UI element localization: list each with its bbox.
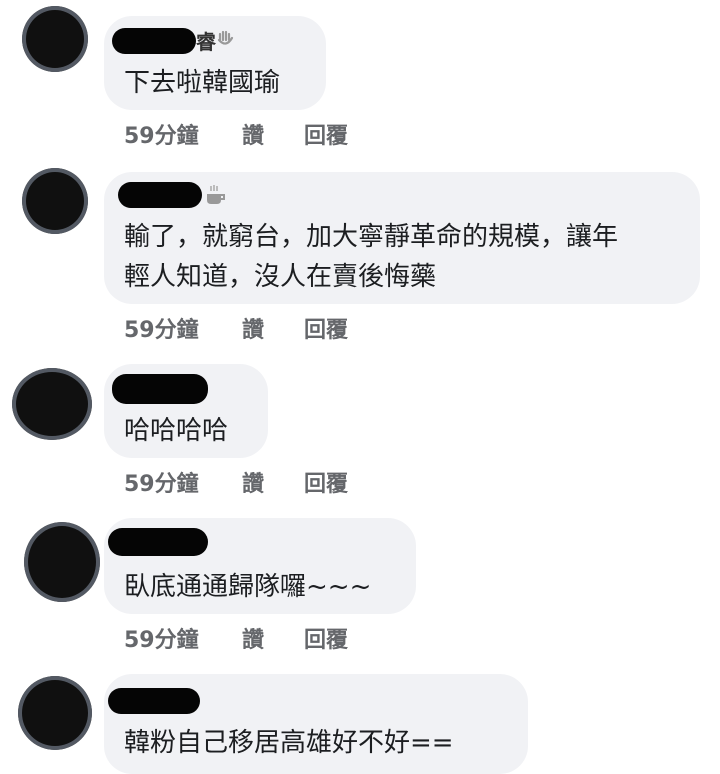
avatar[interactable] <box>24 522 100 602</box>
like-button[interactable]: 讚 <box>242 118 264 150</box>
reply-button[interactable]: 回覆 <box>304 466 348 498</box>
comment-bubble: 哈哈哈哈 <box>104 364 268 458</box>
author-name-suffix: 睿 <box>196 30 216 54</box>
reply-button[interactable]: 回覆 <box>304 118 348 150</box>
avatar[interactable] <box>12 368 92 440</box>
coffee-cup-icon <box>204 184 228 210</box>
redacted-author-name[interactable] <box>112 374 208 404</box>
avatar[interactable] <box>22 6 88 72</box>
wave-hand-icon <box>216 28 236 52</box>
like-button[interactable]: 讚 <box>242 312 264 344</box>
redacted-author-name[interactable] <box>118 182 202 208</box>
comment-time[interactable]: 59分鐘 <box>124 622 199 654</box>
like-button[interactable]: 讚 <box>242 622 264 654</box>
comment-text: 哈哈哈哈 <box>124 416 229 446</box>
redacted-author-name[interactable] <box>108 528 208 556</box>
like-button[interactable]: 讚 <box>242 466 264 498</box>
comment-text: 臥底通通歸隊囉~~~ <box>124 572 372 602</box>
comment-text-line-2: 輕人知道，沒人在賣後悔藥 <box>124 262 437 292</box>
comment-bubble: 韓粉自己移居高雄好不好== <box>104 674 528 774</box>
comment-bubble: 臥底通通歸隊囉~~~ <box>104 518 416 614</box>
comment-bubble: 輸了，就窮台，加大寧靜革命的規模，讓年 輕人知道，沒人在賣後悔藥 <box>104 172 700 304</box>
avatar[interactable] <box>22 168 88 234</box>
reply-button[interactable]: 回覆 <box>304 622 348 654</box>
comment-time[interactable]: 59分鐘 <box>124 466 199 498</box>
comment-text-line-1: 輸了，就窮台，加大寧靜革命的規模，讓年 <box>124 222 619 252</box>
avatar[interactable] <box>18 676 92 750</box>
redacted-author-name[interactable] <box>108 688 200 714</box>
reply-button[interactable]: 回覆 <box>304 312 348 344</box>
comment-time[interactable]: 59分鐘 <box>124 118 199 150</box>
redacted-author-name[interactable] <box>112 28 196 54</box>
comment-text: 下去啦韓國瑜 <box>124 68 281 98</box>
comment-time[interactable]: 59分鐘 <box>124 312 199 344</box>
comment-text: 韓粉自己移居高雄好不好== <box>124 728 454 758</box>
comment-bubble: 睿 下去啦韓國瑜 <box>104 16 326 110</box>
